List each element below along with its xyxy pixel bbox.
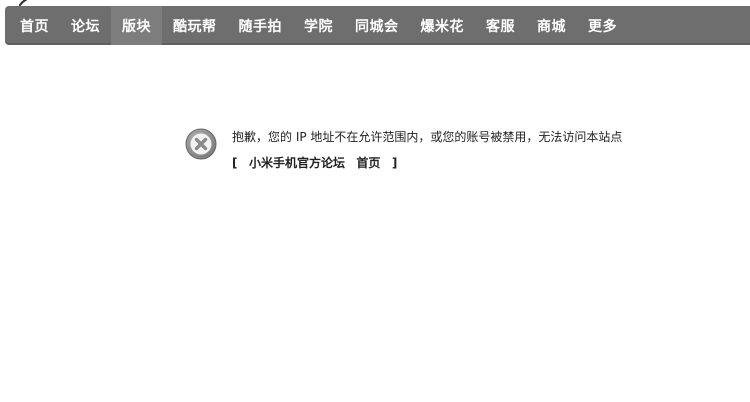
error-message-box: 抱歉，您的 IP 地址不在允许范围内，或您的账号被禁用，无法访问本站点 [ 小米…	[185, 128, 622, 172]
nav-item-city-club[interactable]: 同城会	[344, 6, 410, 45]
nav-item-store[interactable]: 商城	[526, 6, 577, 45]
close-bracket: ]	[391, 156, 398, 170]
error-x-circle-icon	[185, 128, 217, 160]
open-bracket: [	[232, 156, 238, 170]
nav-item-academy[interactable]: 学院	[293, 6, 344, 45]
main-navbar: 首页 论坛 版块 酷玩帮 随手拍 学院 同城会 爆米花 客服 商城 更多	[5, 6, 750, 45]
nav-item-forum[interactable]: 论坛	[60, 6, 111, 45]
nav-item-support[interactable]: 客服	[475, 6, 526, 45]
message-text-block: 抱歉，您的 IP 地址不在允许范围内，或您的账号被禁用，无法访问本站点 [ 小米…	[232, 128, 622, 172]
nav-item-more[interactable]: 更多	[577, 6, 628, 45]
nav-item-snapshot[interactable]: 随手拍	[228, 6, 294, 45]
forum-link[interactable]: 小米手机官方论坛	[249, 156, 345, 170]
error-message-text: 抱歉，您的 IP 地址不在允许范围内，或您的账号被禁用，无法访问本站点	[232, 130, 623, 144]
nav-item-home[interactable]: 首页	[9, 6, 60, 45]
nav-item-popcorn[interactable]: 爆米花	[410, 6, 476, 45]
page: 首页 论坛 版块 酷玩帮 随手拍 学院 同城会 爆米花 客服 商城 更多 抱歉，…	[0, 0, 750, 402]
nav-item-kuwanbang[interactable]: 酷玩帮	[162, 6, 228, 45]
home-link[interactable]: 首页	[356, 156, 380, 170]
nav-item-boards[interactable]: 版块	[111, 6, 162, 45]
message-links: [ 小米手机官方论坛 首页 ]	[232, 154, 622, 172]
